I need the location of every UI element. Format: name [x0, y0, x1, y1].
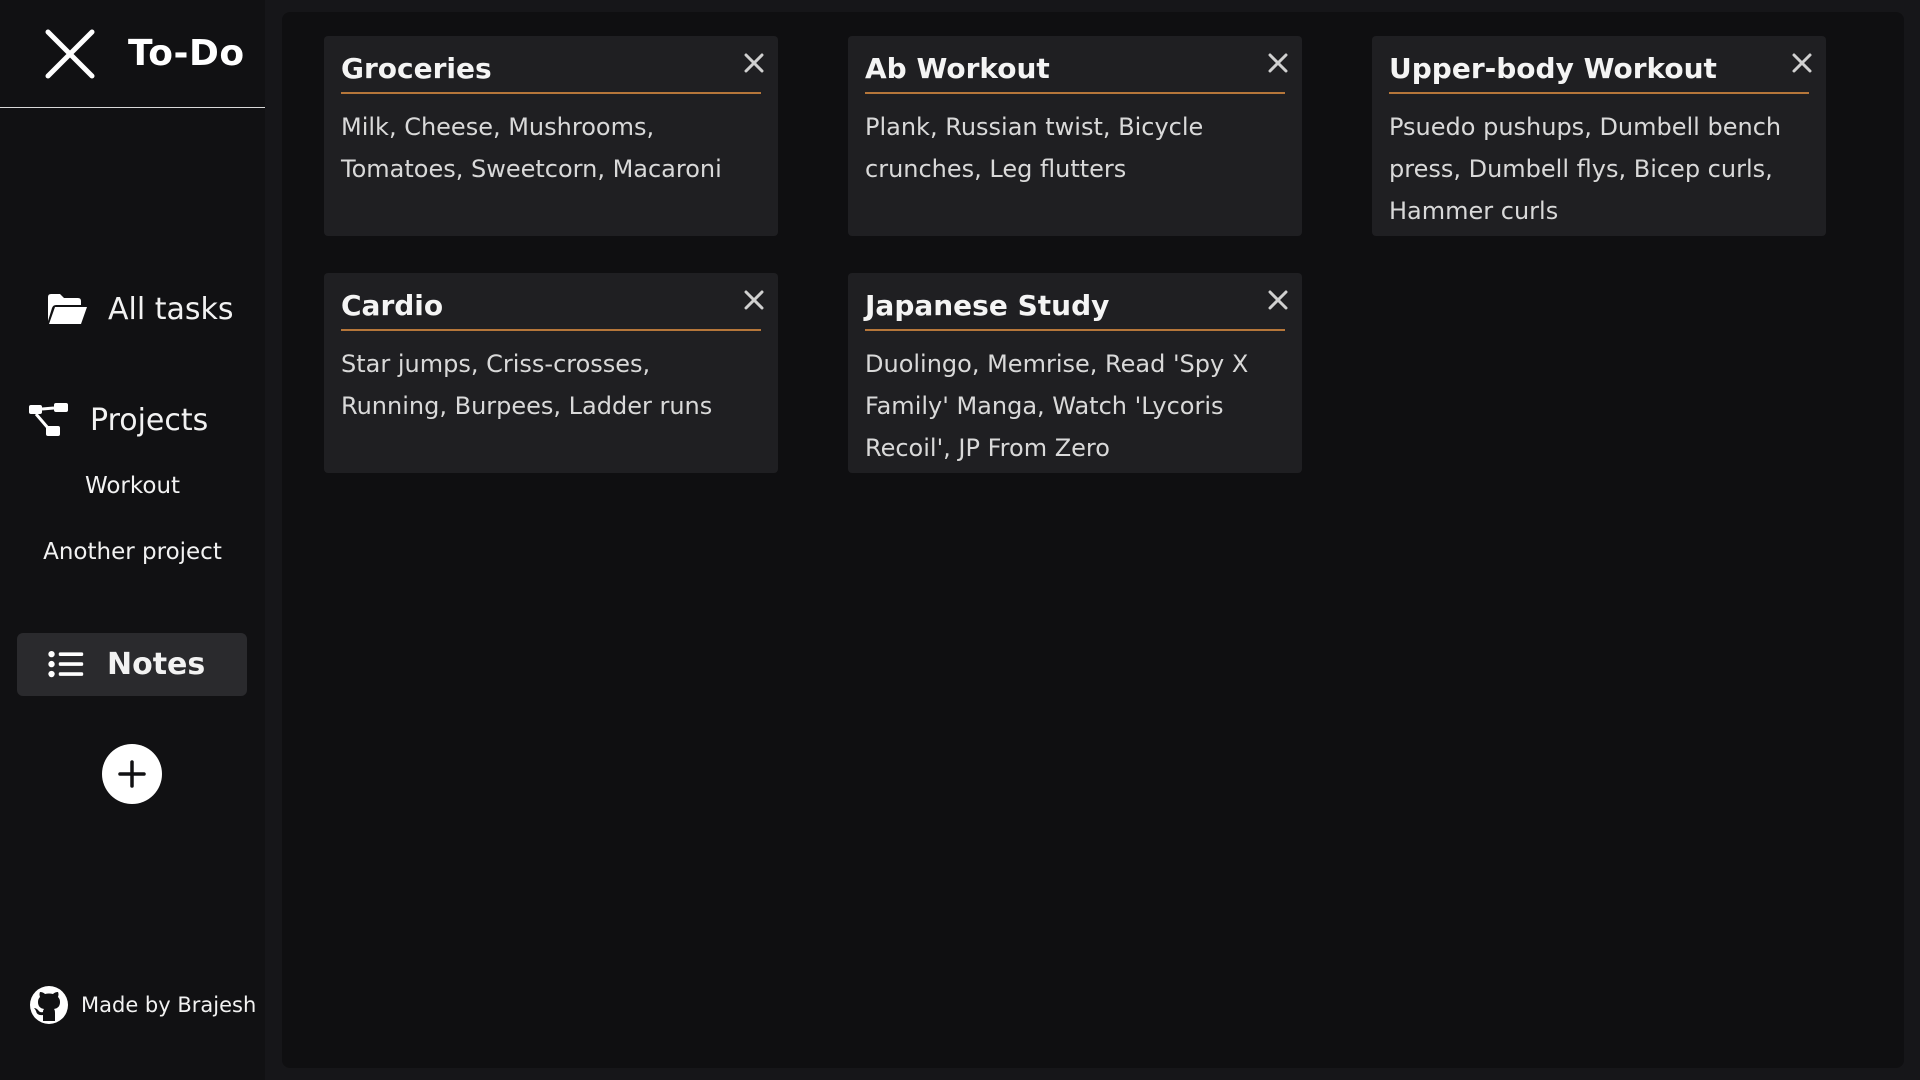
nav-all-tasks[interactable]: All tasks [46, 284, 234, 334]
project-item-another-project[interactable]: Another project [0, 539, 265, 565]
note-body[interactable]: Star jumps, Criss-crosses, Running, Burp… [341, 343, 761, 427]
note-body[interactable]: Plank, Russian twist, Bicycle crunches, … [865, 106, 1285, 190]
nav-notes-label: Notes [107, 647, 206, 682]
nav-all-tasks-label: All tasks [108, 291, 234, 327]
close-icon[interactable] [741, 50, 767, 76]
project-item-workout[interactable]: Workout [0, 473, 265, 499]
note-body[interactable]: Milk, Cheese, Mushrooms, Tomatoes, Sweet… [341, 106, 761, 190]
app-title: To-Do [128, 33, 245, 74]
nav-notes[interactable]: Notes [17, 633, 247, 696]
close-x-icon[interactable] [44, 28, 96, 80]
note-card-header: Japanese Study [865, 287, 1288, 331]
note-card[interactable]: Cardio Star jumps, Criss-crosses, Runnin… [324, 273, 778, 473]
note-body[interactable]: Duolingo, Memrise, Read 'Spy X Family' M… [865, 343, 1285, 469]
note-card[interactable]: Groceries Milk, Cheese, Mushrooms, Tomat… [324, 36, 778, 236]
note-card-header: Ab Workout [865, 50, 1288, 94]
add-note-button[interactable] [102, 744, 162, 804]
note-card-header: Cardio [341, 287, 764, 331]
app-root: To-Do All tasks Projects Workout Another… [0, 0, 1920, 1080]
list-icon [48, 650, 84, 677]
note-title[interactable]: Upper-body Workout [1389, 52, 1717, 85]
sitemap-icon [29, 403, 68, 436]
nav-projects[interactable]: Projects [28, 394, 208, 446]
close-icon[interactable] [1789, 50, 1815, 76]
note-card[interactable]: Upper-body Workout Psuedo pushups, Dumbe… [1372, 36, 1826, 236]
note-title[interactable]: Japanese Study [865, 289, 1109, 322]
notes-panel: Groceries Milk, Cheese, Mushrooms, Tomat… [282, 12, 1904, 1068]
close-icon[interactable] [1265, 287, 1291, 313]
note-card-header: Upper-body Workout [1389, 50, 1812, 94]
sidebar: To-Do All tasks Projects Workout Another… [0, 0, 265, 1080]
notes-grid: Groceries Milk, Cheese, Mushrooms, Tomat… [324, 36, 1826, 473]
note-title[interactable]: Groceries [341, 52, 492, 85]
footer-credit[interactable]: Made by Brajesh [29, 985, 256, 1025]
note-title[interactable]: Cardio [341, 289, 443, 322]
note-card[interactable]: Japanese Study Duolingo, Memrise, Read '… [848, 273, 1302, 473]
footer-label: Made by Brajesh [81, 993, 257, 1017]
brand-header: To-Do [0, 0, 265, 108]
note-card[interactable]: Ab Workout Plank, Russian twist, Bicycle… [848, 36, 1302, 236]
close-icon[interactable] [1265, 50, 1291, 76]
note-body[interactable]: Psuedo pushups, Dumbell bench press, Dum… [1389, 106, 1809, 232]
folder-open-icon [48, 294, 87, 324]
note-title[interactable]: Ab Workout [865, 52, 1050, 85]
note-card-header: Groceries [341, 50, 764, 94]
github-icon [30, 986, 68, 1024]
close-icon[interactable] [741, 287, 767, 313]
nav-projects-label: Projects [90, 402, 209, 438]
plus-icon [118, 760, 146, 788]
